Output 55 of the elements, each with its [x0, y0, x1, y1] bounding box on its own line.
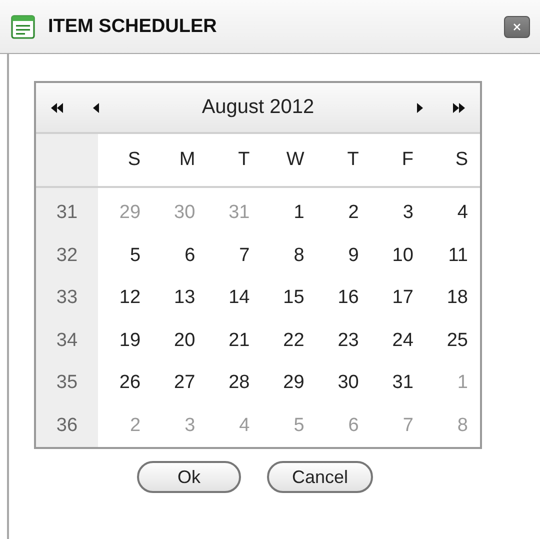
- day-cell[interactable]: 8: [294, 244, 304, 267]
- ok-button[interactable]: Ok: [137, 461, 241, 493]
- week-number: 34: [56, 330, 78, 352]
- day-cell[interactable]: 12: [119, 287, 141, 310]
- day-cell[interactable]: 4: [457, 202, 468, 224]
- week-number: 36: [56, 414, 78, 437]
- weekday-label: S: [128, 149, 141, 171]
- day-cell[interactable]: 27: [174, 372, 196, 394]
- right-arrow-icon: [416, 102, 424, 114]
- day-cell[interactable]: 31: [392, 372, 414, 394]
- day-cell[interactable]: 13: [174, 287, 196, 310]
- day-cell[interactable]: 25: [446, 330, 468, 352]
- window-icon: [11, 14, 35, 38]
- day-cell[interactable]: 26: [119, 372, 141, 394]
- cancel-button[interactable]: Cancel: [267, 461, 373, 493]
- weekday-label: S: [455, 149, 468, 171]
- day-cell[interactable]: 5: [130, 244, 141, 267]
- day-cell[interactable]: 18: [446, 287, 468, 310]
- week-number: 35: [56, 372, 78, 394]
- day-cell[interactable]: 15: [283, 287, 304, 310]
- day-cell[interactable]: 3: [402, 202, 414, 224]
- day-cell[interactable]: 29: [283, 372, 304, 394]
- day-cell[interactable]: 10: [392, 244, 414, 267]
- day-cell[interactable]: 7: [239, 244, 250, 267]
- day-cell[interactable]: 14: [228, 287, 250, 310]
- weekday-label: M: [179, 149, 196, 171]
- day-cell[interactable]: 11: [448, 244, 468, 267]
- weekday-label: T: [347, 149, 359, 171]
- day-cell[interactable]: 17: [392, 287, 414, 310]
- month-title: August 2012: [202, 96, 314, 119]
- weekday-label: W: [286, 149, 304, 171]
- day-cell[interactable]: 21: [228, 330, 250, 352]
- day-cell[interactable]: 28: [228, 372, 250, 394]
- day-cell[interactable]: 20: [174, 330, 196, 352]
- double-right-arrow-icon: [452, 102, 466, 114]
- week-number: 32: [56, 244, 78, 267]
- day-cell[interactable]: 24: [392, 330, 414, 352]
- day-cell[interactable]: 16: [338, 287, 359, 310]
- day-cell[interactable]: 19: [119, 330, 141, 352]
- weekday-label: T: [238, 149, 250, 171]
- day-cell[interactable]: 9: [348, 244, 359, 267]
- close-icon: [512, 22, 522, 32]
- week-number: 33: [56, 287, 78, 310]
- left-arrow-icon: [92, 102, 100, 114]
- week-number: 31: [56, 202, 78, 224]
- day-cell[interactable]: 1: [294, 202, 304, 224]
- day-cell[interactable]: 6: [184, 244, 196, 267]
- day-cell[interactable]: 22: [283, 330, 304, 352]
- weekday-label: F: [402, 149, 414, 171]
- day-cell[interactable]: 2: [348, 202, 359, 224]
- day-cell[interactable]: 23: [338, 330, 359, 352]
- window-title: ITEM SCHEDULER: [48, 16, 218, 38]
- double-left-arrow-icon: [50, 102, 64, 114]
- close-button[interactable]: [504, 16, 530, 38]
- day-cell[interactable]: 30: [338, 372, 359, 394]
